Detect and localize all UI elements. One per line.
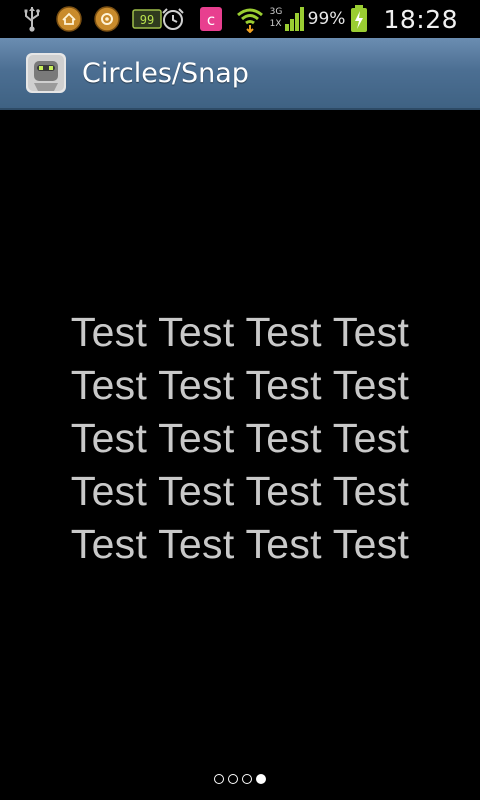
signal-icon: 3G 1X — [270, 4, 306, 34]
page-dot[interactable] — [242, 774, 252, 784]
network-type-top: 3G — [269, 7, 283, 17]
text-line: Test Test Test Test — [70, 521, 410, 567]
app-title: Circles/Snap — [82, 57, 249, 89]
c-app-icon: c — [196, 4, 226, 34]
action-bar: Circles/Snap — [0, 38, 480, 110]
robot-app-icon[interactable] — [24, 51, 68, 95]
page-dot[interactable] — [228, 774, 238, 784]
page-indicator — [0, 770, 480, 788]
alarm-icon — [158, 4, 188, 34]
home-badge-icon — [54, 4, 84, 34]
network-type-bottom: 1X — [269, 19, 282, 29]
wifi-icon — [234, 4, 266, 34]
clock: 18:28 — [383, 4, 458, 34]
text-line: Test Test Test Test — [70, 362, 410, 408]
battery-charging-icon — [349, 4, 369, 34]
text-line: Test Test Test Test — [70, 468, 410, 514]
status-bar: 99 c 3G 1X 99% 18:28 — [0, 0, 480, 38]
battery-percent: 99% — [307, 9, 346, 29]
svg-text:99: 99 — [140, 13, 154, 27]
settings-badge-icon — [92, 4, 122, 34]
text-line: Test Test Test Test — [70, 415, 410, 461]
usb-icon — [20, 4, 44, 34]
test-text-block: Test Test Test Test Test Test Test Test … — [0, 306, 480, 571]
content-area[interactable]: Test Test Test Test Test Test Test Test … — [0, 110, 480, 800]
svg-text:c: c — [207, 11, 215, 29]
text-line: Test Test Test Test — [70, 309, 410, 355]
page-dot[interactable] — [214, 774, 224, 784]
page-dot[interactable] — [256, 774, 266, 784]
